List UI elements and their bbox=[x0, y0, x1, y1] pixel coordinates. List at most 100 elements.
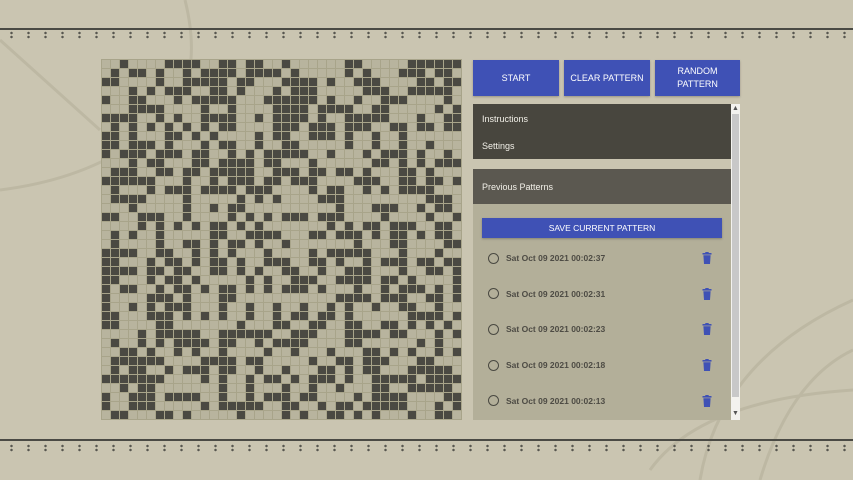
grid-cell[interactable] bbox=[408, 168, 416, 176]
grid-cell[interactable] bbox=[156, 330, 164, 338]
grid-cell[interactable] bbox=[120, 267, 128, 275]
grid-cell[interactable] bbox=[453, 204, 461, 212]
grid-cell[interactable] bbox=[291, 330, 299, 338]
grid-cell[interactable] bbox=[444, 213, 452, 221]
grid-cell[interactable] bbox=[201, 294, 209, 302]
grid-cell[interactable] bbox=[138, 60, 146, 68]
grid-cell[interactable] bbox=[381, 321, 389, 329]
grid-cell[interactable] bbox=[228, 402, 236, 410]
grid-cell[interactable] bbox=[300, 195, 308, 203]
grid-cell[interactable] bbox=[192, 123, 200, 131]
grid-cell[interactable] bbox=[327, 141, 335, 149]
grid-cell[interactable] bbox=[354, 123, 362, 131]
grid-cell[interactable] bbox=[399, 132, 407, 140]
grid-cell[interactable] bbox=[372, 222, 380, 230]
grid-cell[interactable] bbox=[282, 366, 290, 374]
grid-cell[interactable] bbox=[426, 195, 434, 203]
grid-cell[interactable] bbox=[201, 240, 209, 248]
grid-cell[interactable] bbox=[309, 150, 317, 158]
grid-cell[interactable] bbox=[372, 402, 380, 410]
grid-cell[interactable] bbox=[273, 69, 281, 77]
grid-cell[interactable] bbox=[219, 78, 227, 86]
grid-cell[interactable] bbox=[111, 375, 119, 383]
grid-cell[interactable] bbox=[381, 249, 389, 257]
grid-cell[interactable] bbox=[399, 114, 407, 122]
grid-cell[interactable] bbox=[201, 321, 209, 329]
grid-cell[interactable] bbox=[426, 285, 434, 293]
grid-cell[interactable] bbox=[246, 69, 254, 77]
grid-cell[interactable] bbox=[147, 150, 155, 158]
grid-cell[interactable] bbox=[345, 195, 353, 203]
grid-cell[interactable] bbox=[363, 303, 371, 311]
grid-cell[interactable] bbox=[291, 114, 299, 122]
grid-cell[interactable] bbox=[318, 114, 326, 122]
grid-cell[interactable] bbox=[426, 60, 434, 68]
grid-cell[interactable] bbox=[120, 177, 128, 185]
grid-cell[interactable] bbox=[228, 222, 236, 230]
grid-cell[interactable] bbox=[381, 150, 389, 158]
grid-cell[interactable] bbox=[318, 150, 326, 158]
grid-cell[interactable] bbox=[417, 105, 425, 113]
grid-cell[interactable] bbox=[318, 231, 326, 239]
grid-cell[interactable] bbox=[300, 339, 308, 347]
grid-cell[interactable] bbox=[156, 204, 164, 212]
grid-cell[interactable] bbox=[309, 87, 317, 95]
grid-cell[interactable] bbox=[165, 159, 173, 167]
grid-cell[interactable] bbox=[282, 348, 290, 356]
grid-cell[interactable] bbox=[318, 249, 326, 257]
grid-cell[interactable] bbox=[282, 141, 290, 149]
grid-cell[interactable] bbox=[300, 393, 308, 401]
grid-cell[interactable] bbox=[120, 186, 128, 194]
grid-cell[interactable] bbox=[300, 402, 308, 410]
grid-cell[interactable] bbox=[129, 366, 137, 374]
grid-cell[interactable] bbox=[210, 141, 218, 149]
grid-cell[interactable] bbox=[309, 285, 317, 293]
grid-cell[interactable] bbox=[228, 240, 236, 248]
grid-cell[interactable] bbox=[183, 321, 191, 329]
trash-icon[interactable] bbox=[702, 394, 712, 407]
grid-cell[interactable] bbox=[309, 240, 317, 248]
grid-cell[interactable] bbox=[111, 69, 119, 77]
grid-cell[interactable] bbox=[102, 411, 110, 419]
grid-cell[interactable] bbox=[372, 330, 380, 338]
grid-cell[interactable] bbox=[138, 276, 146, 284]
grid-cell[interactable] bbox=[282, 150, 290, 158]
grid-cell[interactable] bbox=[210, 123, 218, 131]
grid-cell[interactable] bbox=[156, 303, 164, 311]
grid-cell[interactable] bbox=[390, 150, 398, 158]
grid-cell[interactable] bbox=[273, 222, 281, 230]
grid-cell[interactable] bbox=[453, 168, 461, 176]
grid-cell[interactable] bbox=[345, 357, 353, 365]
grid-cell[interactable] bbox=[453, 258, 461, 266]
grid-cell[interactable] bbox=[264, 276, 272, 284]
grid-cell[interactable] bbox=[156, 186, 164, 194]
grid-cell[interactable] bbox=[345, 285, 353, 293]
grid-cell[interactable] bbox=[426, 240, 434, 248]
grid-cell[interactable] bbox=[345, 276, 353, 284]
grid-cell[interactable] bbox=[426, 303, 434, 311]
grid-cell[interactable] bbox=[273, 114, 281, 122]
grid-cell[interactable] bbox=[273, 123, 281, 131]
grid-cell[interactable] bbox=[336, 276, 344, 284]
grid-cell[interactable] bbox=[318, 123, 326, 131]
grid-cell[interactable] bbox=[246, 294, 254, 302]
grid-cell[interactable] bbox=[174, 411, 182, 419]
grid-cell[interactable] bbox=[309, 357, 317, 365]
grid-cell[interactable] bbox=[111, 294, 119, 302]
grid-cell[interactable] bbox=[345, 132, 353, 140]
grid-cell[interactable] bbox=[138, 384, 146, 392]
grid-cell[interactable] bbox=[408, 123, 416, 131]
grid-cell[interactable] bbox=[291, 222, 299, 230]
grid-cell[interactable] bbox=[345, 339, 353, 347]
grid-cell[interactable] bbox=[255, 204, 263, 212]
grid-cell[interactable] bbox=[192, 267, 200, 275]
grid-cell[interactable] bbox=[453, 240, 461, 248]
grid-cell[interactable] bbox=[120, 114, 128, 122]
grid-cell[interactable] bbox=[444, 384, 452, 392]
grid-cell[interactable] bbox=[318, 330, 326, 338]
grid-cell[interactable] bbox=[336, 222, 344, 230]
grid-cell[interactable] bbox=[282, 393, 290, 401]
grid-cell[interactable] bbox=[174, 78, 182, 86]
grid-cell[interactable] bbox=[453, 150, 461, 158]
grid-cell[interactable] bbox=[435, 249, 443, 257]
